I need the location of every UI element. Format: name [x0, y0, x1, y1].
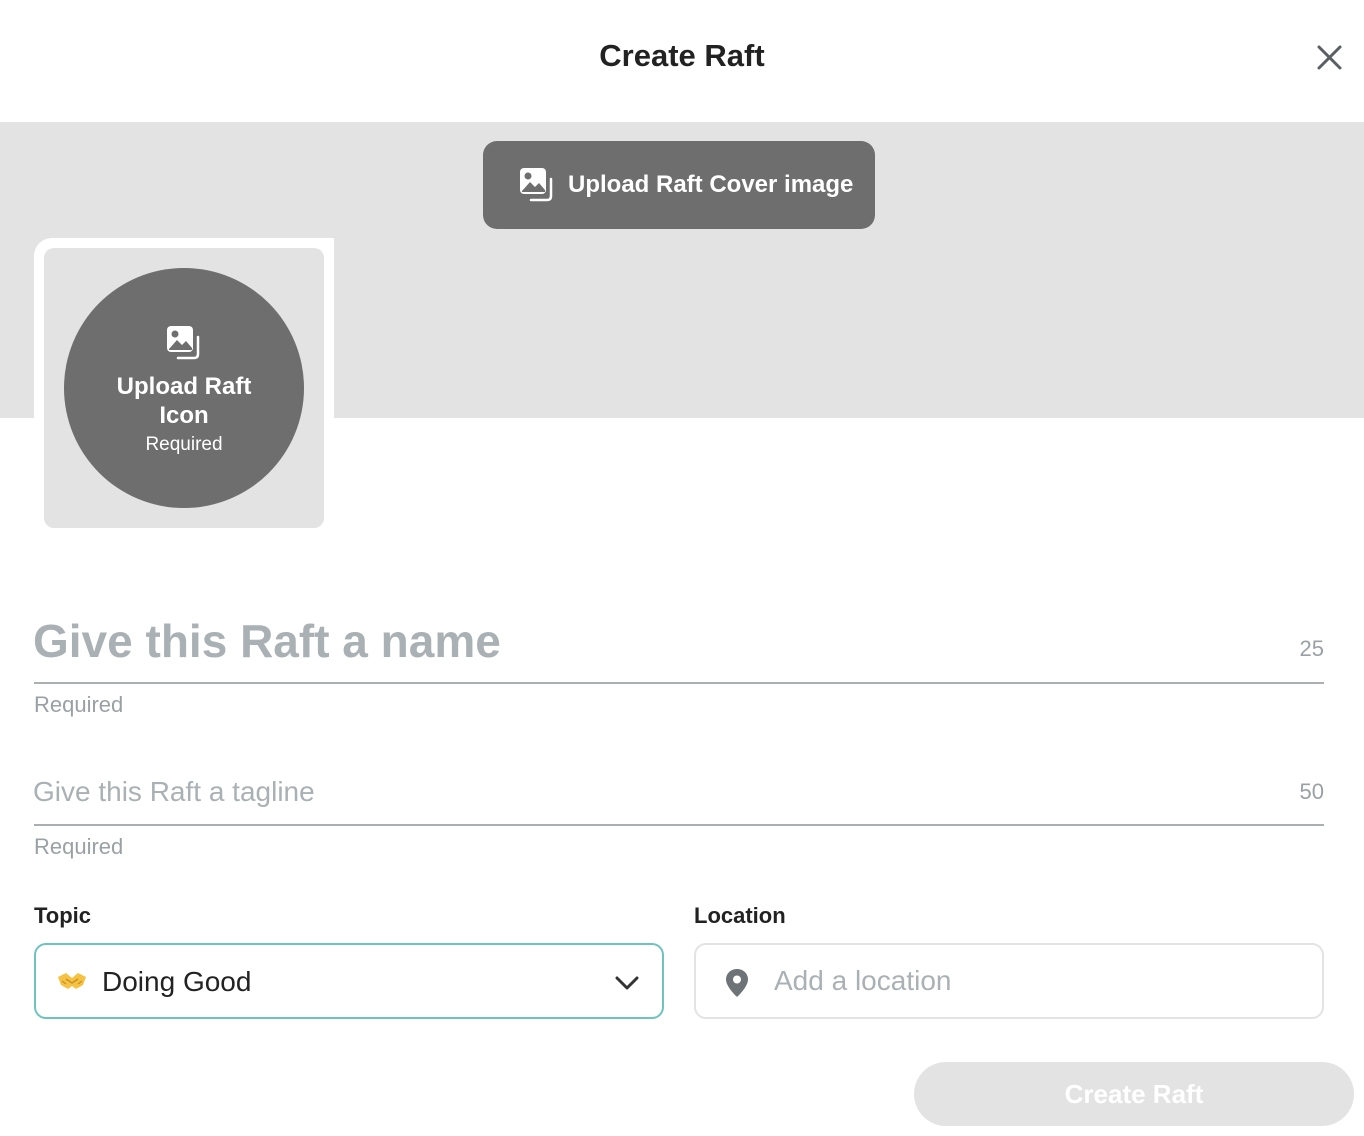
name-underline: [34, 682, 1324, 684]
upload-raft-icon-button[interactable]: Upload Raft Icon Required: [64, 268, 304, 508]
topic-selected-value: Doing Good: [102, 966, 252, 997]
tagline-char-count: 50: [1299, 779, 1324, 804]
upload-raft-icon-label: Upload Raft Icon: [116, 373, 252, 429]
close-button[interactable]: [1310, 40, 1350, 80]
name-char-count: 25: [1299, 636, 1324, 661]
location-field[interactable]: [694, 943, 1324, 1019]
modal-title: Create Raft: [599, 38, 765, 73]
image-upload-icon: [520, 168, 553, 202]
topic-dropdown[interactable]: Doing Good: [34, 943, 664, 1019]
close-icon: [1317, 45, 1342, 70]
tagline-required-helper: Required: [34, 834, 124, 859]
location-input[interactable]: [774, 961, 1294, 1001]
tagline-underline: [34, 824, 1324, 826]
chevron-down-icon: [615, 976, 639, 990]
location-label: Location: [694, 903, 786, 928]
raft-icon-required-label: Required: [145, 434, 223, 455]
handshake-emoji-icon: [58, 973, 86, 989]
modal-header: Create Raft: [0, 0, 1364, 122]
raft-name-input[interactable]: [33, 606, 1273, 676]
name-required-helper: Required: [34, 692, 124, 717]
upload-cover-image-button[interactable]: Upload Raft Cover image: [483, 141, 875, 229]
upload-cover-label: Upload Raft Cover image: [568, 171, 854, 198]
image-upload-icon: [167, 326, 200, 360]
topic-label: Topic: [34, 903, 92, 928]
create-raft-button[interactable]: Create Raft: [914, 1062, 1354, 1126]
location-pin-icon: [726, 969, 748, 997]
raft-tagline-input[interactable]: [33, 770, 1273, 814]
